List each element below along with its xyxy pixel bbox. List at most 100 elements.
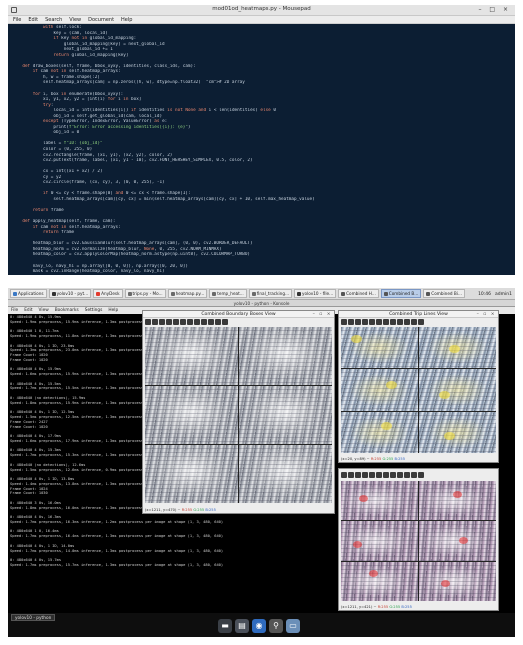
toolbar-tool-icon[interactable] xyxy=(194,319,200,325)
tray-user[interactable]: admin1 xyxy=(495,292,512,297)
toolbar-tool-icon[interactable] xyxy=(369,319,375,325)
toolbar-tool-icon[interactable] xyxy=(418,472,424,478)
taskbar-item[interactable]: final_tracking... xyxy=(248,289,292,298)
toolbar-tool-icon[interactable] xyxy=(411,319,417,325)
taskbar-item[interactable]: Combined Bi... xyxy=(423,289,465,298)
bbox-camera-grid[interactable] xyxy=(145,327,332,503)
terminal-menu-item[interactable]: Edit xyxy=(24,307,32,314)
taskbar-item[interactable]: temp_heat... xyxy=(209,289,247,298)
terminal-menu-item[interactable]: Help xyxy=(108,307,118,314)
toolbar-tool-icon[interactable] xyxy=(376,319,382,325)
toolbar-tool-icon[interactable] xyxy=(411,472,417,478)
toolbar-tool-icon[interactable] xyxy=(355,472,361,478)
toolbar-tool-icon[interactable] xyxy=(348,319,354,325)
toolbar-tool-icon[interactable] xyxy=(397,319,403,325)
toolbar-tool-icon[interactable] xyxy=(362,319,368,325)
app-icon xyxy=(296,291,301,296)
toolbar-tool-icon[interactable] xyxy=(180,319,186,325)
taskbar-item-label: AnyDesk xyxy=(101,291,120,296)
app-icon xyxy=(426,291,431,296)
trip-lines-window-buttons[interactable]: – ▫ × xyxy=(477,311,496,318)
camera-feed xyxy=(145,327,238,385)
trip-camera-grid[interactable] xyxy=(341,327,496,453)
toolbar-tool-icon[interactable] xyxy=(341,472,347,478)
toolbar-tool-icon[interactable] xyxy=(418,319,424,325)
status-coords: (x=20, y=89) ~ xyxy=(341,457,370,461)
taskbar-item[interactable]: heatmap.py... xyxy=(167,289,208,298)
editor-menu-item[interactable]: View xyxy=(69,16,81,23)
toolbar-tool-icon[interactable] xyxy=(341,319,347,325)
taskbar-item[interactable]: Combined H... xyxy=(338,289,379,298)
camera-feed xyxy=(239,445,332,503)
toolbar-tool-icon[interactable] xyxy=(404,319,410,325)
taskbar-item-label: Combined B... xyxy=(388,291,419,296)
status-g: G:255 xyxy=(382,457,394,461)
top-taskbar: Applications yolov10 - pyt... AnyDesk trips… xyxy=(8,288,515,300)
terminal-title: yolov10 - python - Konsole xyxy=(8,300,515,307)
heatmap-view-window: (x=1211, y=421) ~ R:255 G:255 B:255 xyxy=(338,468,499,611)
toolbar-tool-icon[interactable] xyxy=(173,319,179,325)
bbox-view-titlebar: Combined Boundary Boxes View – ▫ × xyxy=(143,311,334,318)
editor-menu-item[interactable]: Edit xyxy=(28,16,38,23)
status-b: B:255 xyxy=(205,508,216,512)
editor-menu-item[interactable]: Search xyxy=(45,16,62,23)
bottom-task-button[interactable]: yolov10 - python xyxy=(11,614,56,621)
taskbar-item[interactable]: AnyDesk xyxy=(93,289,123,298)
toolbar-tool-icon[interactable] xyxy=(222,319,228,325)
bbox-view-toolbar xyxy=(143,318,334,326)
editor-menu-item[interactable]: Document xyxy=(88,16,114,23)
editor-menu-item[interactable]: File xyxy=(13,16,21,23)
toolbar-tool-icon[interactable] xyxy=(355,319,361,325)
toolbar-tool-icon[interactable] xyxy=(383,472,389,478)
code-area[interactable]: with self.lock: key = (cam, local_id) if… xyxy=(8,24,515,275)
taskbar-item[interactable]: Applications xyxy=(10,289,47,298)
toolbar-tool-icon[interactable] xyxy=(390,319,396,325)
taskbar-item-label: yolov10 - file... xyxy=(301,291,334,296)
bbox-view-window-buttons[interactable]: – ▫ × xyxy=(313,311,332,318)
terminal-menu-item[interactable]: Settings xyxy=(85,307,103,314)
toolbar-tool-icon[interactable] xyxy=(187,319,193,325)
terminal-icon[interactable]: ▬ xyxy=(218,619,232,633)
camera-feed xyxy=(145,445,238,503)
toolbar-tool-icon[interactable] xyxy=(145,319,151,325)
toolbar-tool-icon[interactable] xyxy=(215,319,221,325)
file-manager-icon[interactable]: ▤ xyxy=(235,619,249,633)
taskbar-item[interactable]: Combined B... xyxy=(380,289,422,298)
toolbar-tool-icon[interactable] xyxy=(369,472,375,478)
editor-menu-item[interactable]: Help xyxy=(121,16,132,23)
toolbar-tool-icon[interactable] xyxy=(152,319,158,325)
status-g: G:255 xyxy=(193,508,205,512)
toolbar-tool-icon[interactable] xyxy=(376,472,382,478)
browser-icon[interactable]: ◉ xyxy=(252,619,266,633)
bbox-view-status: (x=1211, y=470) ~ R:255 G:255 B:255 xyxy=(145,508,216,512)
toolbar-tool-icon[interactable] xyxy=(159,319,165,325)
taskbar-item[interactable]: trips.py - Mo... xyxy=(124,289,166,298)
heatmap-camera-grid[interactable] xyxy=(341,481,496,601)
toolbar-tool-icon[interactable] xyxy=(166,319,172,325)
taskbar-item-label: Combined Bi... xyxy=(431,291,462,296)
toolbar-tool-icon[interactable] xyxy=(208,319,214,325)
taskbar-item[interactable]: yolov10 - pyt... xyxy=(48,289,92,298)
taskbar-item[interactable]: yolov10 - file... xyxy=(293,289,337,298)
toolbar-tool-icon[interactable] xyxy=(383,319,389,325)
terminal-menu-item[interactable]: File xyxy=(11,307,18,314)
desktop-screenshot: Applications yolov10 - pyt... AnyDesk trips… xyxy=(8,288,515,637)
editor-window-buttons[interactable]: – □ × xyxy=(478,6,511,13)
toolbar-tool-icon[interactable] xyxy=(390,472,396,478)
app-icon xyxy=(383,291,388,296)
toolbar-tool-icon[interactable] xyxy=(201,319,207,325)
terminal-menu-item[interactable]: Bookmarks xyxy=(55,307,79,314)
camera-feed xyxy=(419,521,496,561)
toolbar-tool-icon[interactable] xyxy=(348,472,354,478)
trip-lines-status: (x=20, y=89) ~ R:255 G:255 B:255 xyxy=(341,457,405,461)
tray-time[interactable]: 10:46 xyxy=(478,292,491,297)
app-icon xyxy=(341,291,346,296)
toolbar-tool-icon[interactable] xyxy=(397,472,403,478)
bbox-view-title: Combined Boundary Boxes View xyxy=(201,312,276,317)
folder-icon[interactable]: ▭ xyxy=(286,619,300,633)
system-tray: 10:46 admin1 xyxy=(478,289,512,299)
toolbar-tool-icon[interactable] xyxy=(404,472,410,478)
terminal-menu-item[interactable]: View xyxy=(39,307,49,314)
toolbar-tool-icon[interactable] xyxy=(362,472,368,478)
search-icon[interactable]: ⚲ xyxy=(269,619,283,633)
